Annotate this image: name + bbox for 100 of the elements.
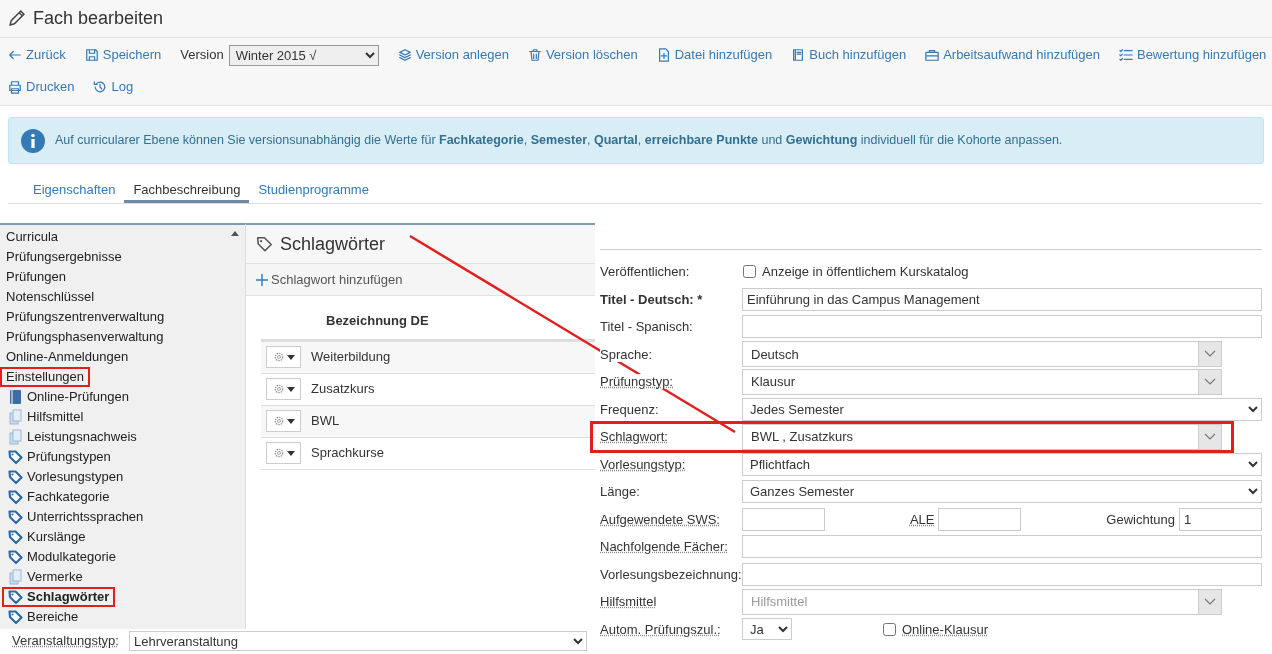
table-cell-text: Weiterbildung (311, 348, 391, 367)
menu-item[interactable]: Prüfungen (0, 267, 72, 287)
checkbox-label: Online-Klausur (902, 620, 988, 639)
input-field[interactable]: 1 (1179, 507, 1262, 531)
toolbar-button[interactable]: Zurück (8, 45, 66, 65)
input-field[interactable]: Einführung in das Campus Management (742, 287, 1262, 311)
clipboard-icon (8, 429, 23, 445)
gear-icon (272, 415, 285, 427)
chevron-down-icon (1204, 432, 1216, 441)
tag-icon (8, 609, 23, 625)
input-field[interactable] (742, 562, 1262, 586)
plus-icon (256, 273, 268, 286)
gear-icon (272, 383, 285, 395)
field-label: Prüfungstyp: (600, 374, 673, 389)
tag-icon (256, 235, 274, 253)
chevron-down-icon (1204, 350, 1216, 359)
toolbar-button[interactable]: Version löschen (527, 45, 638, 65)
toolbar-button[interactable]: Arbeitsaufwand hinzufügen (925, 45, 1100, 65)
tag-icon (8, 549, 23, 565)
menu-item[interactable]: Prüfungstypen (2, 447, 117, 467)
toolbar-button[interactable]: Datei hinzufügen (656, 45, 773, 65)
input-field[interactable] (742, 315, 1262, 339)
select-field[interactable]: Jedes Semester (742, 397, 1262, 421)
menu-item[interactable]: Vermerke (2, 567, 89, 587)
field-label: Veröffentlichen: (600, 264, 690, 279)
tag-icon (8, 529, 23, 545)
toolbar-button[interactable]: Drucken (8, 77, 75, 97)
gear-icon (272, 447, 285, 459)
input-field[interactable] (742, 507, 825, 531)
field-label: Nachfolgende Fächer: (600, 539, 728, 554)
table-cell-text: Zusatzkurs (311, 380, 375, 399)
arrow-left-icon (8, 48, 22, 62)
select-field[interactable]: Ganzes Semester (742, 480, 1262, 504)
caret-icon (286, 418, 295, 424)
book-icon (791, 48, 806, 62)
tag-icon (8, 449, 23, 465)
pencil-icon (8, 10, 25, 27)
chevron-down-icon (1204, 377, 1216, 386)
toolbar-button[interactable]: Speichern (84, 45, 162, 65)
input-field[interactable] (742, 535, 1262, 559)
tag-icon (8, 469, 23, 485)
menu-item[interactable]: Prüfungsergebnisse (0, 247, 128, 267)
gear-menu-button[interactable] (266, 442, 301, 464)
menu-item[interactable]: Notenschlüssel (0, 287, 101, 307)
printer-icon (8, 80, 22, 94)
menu-item[interactable]: Kurslänge (2, 527, 92, 547)
input-field[interactable] (938, 507, 1022, 531)
toolbar-button[interactable]: Version anlegen (397, 45, 509, 65)
menu-item[interactable]: Bereiche (2, 607, 85, 627)
tag-icon (8, 509, 23, 525)
menu-item[interactable]: Online-Prüfungen (2, 387, 135, 407)
tag-icon (8, 589, 23, 605)
menu-item[interactable]: Hilfsmittel (2, 407, 90, 427)
tab[interactable]: Studienprogramme (249, 178, 378, 203)
scroll-up-icon (231, 231, 239, 236)
menu-item[interactable]: Prüfungsphasenverwaltung (0, 327, 170, 347)
table-cell-text: Sprachkurse (311, 444, 384, 463)
menu-item[interactable]: Fachkategorie (2, 487, 116, 507)
version-label: Version (180, 46, 224, 65)
caret-icon (286, 450, 295, 456)
menu-item[interactable]: Schlagwörter (2, 587, 116, 607)
toolbar-button[interactable]: Log (93, 77, 134, 97)
book-icon (8, 389, 23, 405)
checkbox[interactable] (743, 265, 756, 279)
gear-menu-button[interactable] (266, 410, 301, 432)
menu-item[interactable]: Curricula (0, 227, 64, 247)
select-field[interactable]: Lehrveranstaltung (128, 631, 587, 651)
toolbar-button[interactable]: Bewertung hinzufügen (1118, 45, 1267, 65)
checkbox-label: Anzeige in öffentlichem Kurskatalog (762, 263, 969, 281)
briefcase-icon (925, 48, 940, 62)
menu-item[interactable]: Modulkategorie (2, 547, 122, 567)
toolbar-button[interactable]: Buch hinzufügen (791, 45, 907, 65)
field-label: Gewichtung (1105, 510, 1176, 529)
menu-item[interactable]: Leistungsnachweis (2, 427, 143, 447)
menu-item[interactable]: Einstellungen (0, 367, 91, 387)
select-field[interactable]: Pflichtfach (742, 452, 1262, 476)
gear-menu-button[interactable] (266, 378, 301, 400)
clipboard-icon (8, 409, 23, 425)
field-label: Schlagwort: (600, 429, 668, 444)
field-label: Länge: (600, 484, 640, 499)
version-select[interactable]: Winter 2015 √ (228, 44, 379, 66)
checkbox[interactable] (883, 622, 896, 636)
table-cell-text: BWL (311, 412, 340, 431)
save-icon (84, 48, 99, 62)
gear-menu-button[interactable] (266, 346, 301, 368)
select-field[interactable]: Ja (742, 618, 792, 641)
menu-item[interactable]: Online-Anmeldungen (0, 347, 135, 367)
chevron-down-icon (1204, 597, 1216, 606)
menu-item[interactable]: Unterrichtssprachen (2, 507, 150, 527)
tab[interactable]: Eigenschaften (24, 178, 125, 203)
field-label: Veranstaltungstyp: (12, 632, 119, 651)
menu-item[interactable]: Prüfungszentrenverwaltung (0, 307, 171, 327)
field-label: Hilfsmittel (600, 594, 657, 609)
gear-icon (272, 351, 285, 363)
caret-icon (286, 386, 295, 392)
tab[interactable]: Fachbeschreibung (124, 178, 250, 203)
trash-icon (527, 48, 542, 62)
field-label: Titel - Spanisch: (600, 319, 693, 334)
menu-item[interactable]: Vorlesungstypen (2, 467, 130, 487)
info-message: Auf curricularer Ebene können Sie versionsunabhängig die Werte für Fachkategorie, Semester, Quartal, erreichbare Punkte und Gewichtung individuell für die Kohorte anpassen. (55, 132, 1063, 150)
